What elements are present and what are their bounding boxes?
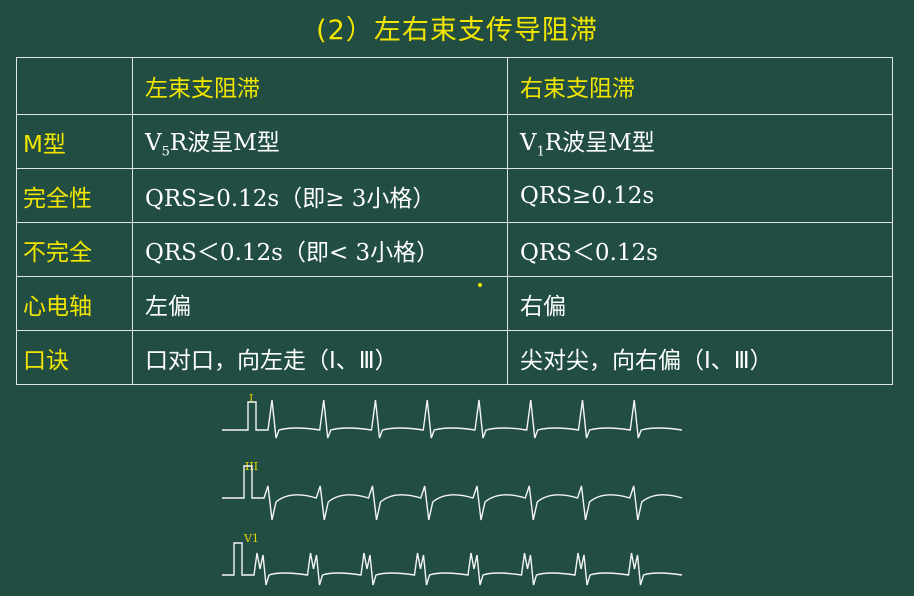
table-row: M型 V5R波呈M型 V1R波呈M型 [16,114,893,169]
table-row: 完全性 QRS≥0.12s（即≥ 3小格） QRS≥0.12s [16,168,893,223]
row-label-m-type: M型 [16,114,133,169]
cell-left-mnemonic: 口对口，向左走（Ⅰ、Ⅲ） [132,330,508,385]
cell-left-complete: QRS≥0.12s（即≥ 3小格） [132,168,508,223]
ecg-strips: I III V1 [222,392,683,586]
ecg-strip-lead-v1: V1 [222,532,683,586]
cell-right-mnemonic: 尖对尖，向右偏（Ⅰ、Ⅲ） [507,330,893,385]
bundle-branch-block-table: 左束支阻滞 右束支阻滞 M型 V5R波呈M型 V1R波呈M型 完全性 QRS≥0… [16,57,893,385]
cell-right-axis: 右偏 [507,276,893,331]
cell-right-complete: QRS≥0.12s [507,168,893,223]
header-left-bundle: 左束支阻滞 [132,57,508,115]
ecg-trace-lead-iii [222,465,683,521]
table-row: 心电轴 左偏 右偏 [16,276,893,331]
row-label-incomplete: 不完全 [16,222,133,277]
ecg-label-lead-i: I [249,392,253,405]
row-label-axis: 心电轴 [16,276,133,331]
cell-right-incomplete: QRS＜0.12s [507,222,893,277]
table-row: 不完全 QRS＜0.12s（即< 3小格） QRS＜0.12s [16,222,893,277]
row-label-complete: 完全性 [16,168,133,223]
ecg-trace-lead-i [222,399,683,439]
table-row: 口诀 口对口，向左走（Ⅰ、Ⅲ） 尖对尖，向右偏（Ⅰ、Ⅲ） [16,330,893,385]
cursor-dot [478,283,482,287]
header-empty [16,57,133,115]
cell-left-incomplete: QRS＜0.12s（即< 3小格） [132,222,508,277]
cell-right-m-type: V1R波呈M型 [507,114,893,169]
cell-left-axis: 左偏 [132,276,508,331]
row-label-mnemonic: 口诀 [16,330,133,385]
slide-title: (2）左右束支传导阻滞 [316,15,598,46]
header-right-bundle: 右束支阻滞 [507,57,893,115]
ecg-trace-lead-v1 [222,542,683,586]
table-header-row: 左束支阻滞 右束支阻滞 [16,57,893,115]
ecg-strip-lead-iii: III [222,460,683,521]
ecg-label-lead-v1: V1 [243,532,259,545]
ecg-strip-lead-i: I [222,392,683,439]
cell-left-m-type: V5R波呈M型 [132,114,508,169]
